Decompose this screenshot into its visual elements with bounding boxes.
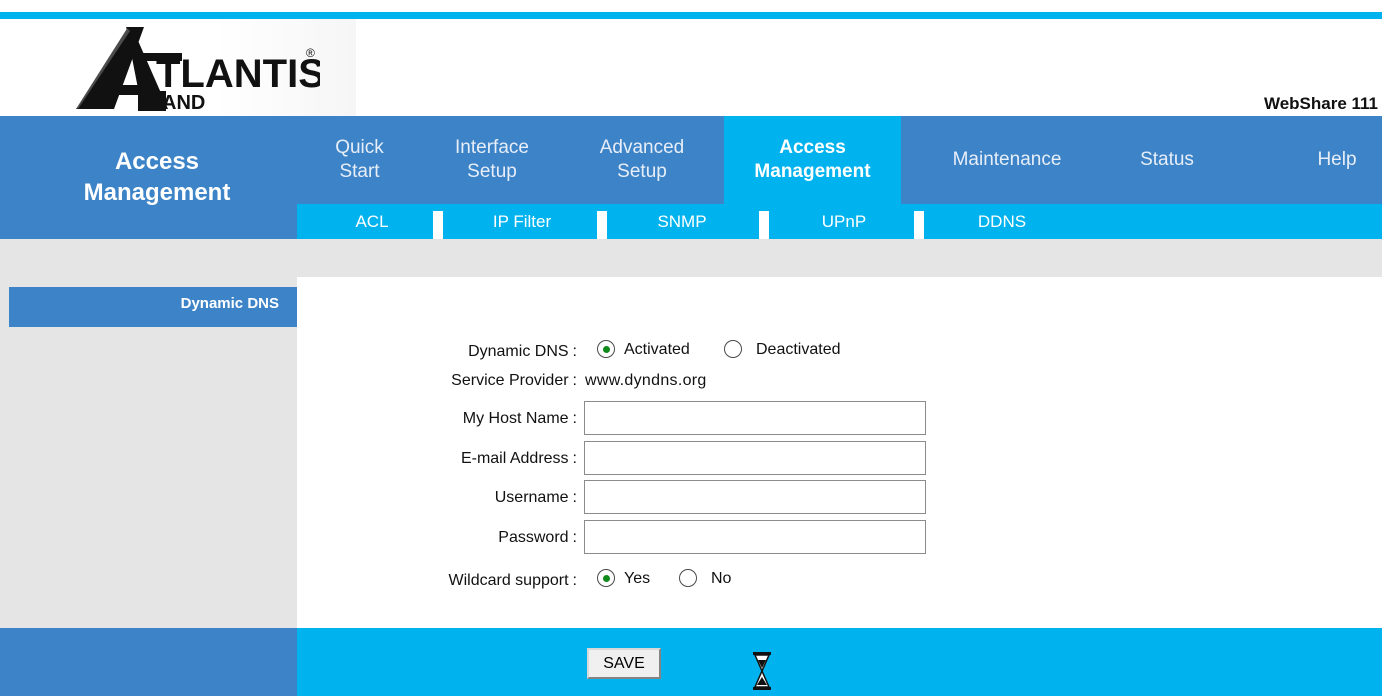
nav-item-advanced-setup[interactable]: Advanced Setup xyxy=(562,116,722,204)
svg-text:AND: AND xyxy=(162,92,205,111)
field-label: Wildcard support: xyxy=(448,572,578,589)
nav-section-cell: Access Management xyxy=(0,116,297,239)
main-nav: Quick Start Interface Setup Advanced Set… xyxy=(297,116,1382,204)
subnav-item-snmp[interactable]: SNMP xyxy=(607,204,757,239)
form-row-service-provider: Service Provider: www.dyndns.org xyxy=(297,363,1382,399)
svg-text:®: ® xyxy=(306,46,315,60)
radio-deactivated[interactable] xyxy=(724,340,742,358)
hourglass-icon xyxy=(753,652,771,690)
sidebar-item-label: Dynamic DNS xyxy=(180,295,279,312)
logo-area: TLANTIS ® AND xyxy=(0,19,356,116)
nav-section-title: Access Management xyxy=(83,148,231,206)
nav-item-label: Status xyxy=(1140,149,1194,170)
svg-text:TLANTIS: TLANTIS xyxy=(156,52,320,96)
atlantis-logo: TLANTIS ® AND xyxy=(72,27,320,111)
radio-label-activated: Activated xyxy=(624,341,690,358)
top-accent-bar xyxy=(0,12,1382,19)
header: TLANTIS ® AND WebShare 111 xyxy=(0,19,1382,116)
nav-item-maintenance[interactable]: Maintenance xyxy=(912,116,1102,204)
nav-item-label: Help xyxy=(1317,149,1357,170)
footer-bar: SAVE xyxy=(0,628,1382,696)
field-label: E-mail Address: xyxy=(460,450,577,467)
nav-item-interface-setup[interactable]: Interface Setup xyxy=(422,116,562,204)
subnav-item-ip-filter[interactable]: IP Filter xyxy=(447,204,597,239)
subnav-item-ddns[interactable]: DDNS xyxy=(937,204,1067,239)
host-name-input[interactable] xyxy=(584,401,926,435)
field-label: My Host Name: xyxy=(462,410,577,427)
service-provider-value: www.dyndns.org xyxy=(585,372,707,389)
radio-wildcard-no[interactable] xyxy=(679,569,697,587)
subnav-separator xyxy=(914,211,924,239)
email-input[interactable] xyxy=(584,441,926,475)
sidebar xyxy=(0,277,297,628)
radio-label-yes: Yes xyxy=(624,570,651,587)
password-input[interactable] xyxy=(584,520,926,554)
sub-nav: ACL IP Filter SNMP UPnP DDNS xyxy=(297,204,1382,239)
footer-left-cell xyxy=(0,628,297,696)
nav-item-label: Interface Setup xyxy=(455,137,529,182)
field-label: Dynamic DNS: xyxy=(468,343,577,360)
radio-wildcard-yes[interactable] xyxy=(597,569,615,587)
field-label: Username: xyxy=(494,489,577,506)
nav-item-access-management[interactable]: Access Management xyxy=(724,116,901,204)
form-row-host-name: My Host Name: xyxy=(297,401,1382,437)
nav-item-status[interactable]: Status xyxy=(1107,116,1227,204)
nav-item-label: Quick Start xyxy=(335,137,384,182)
form-row-email: E-mail Address: xyxy=(297,441,1382,477)
form-row-username: Username: xyxy=(297,480,1382,516)
radio-activated[interactable] xyxy=(597,340,615,358)
nav-item-label: Access Management xyxy=(754,137,871,182)
nav-item-label: Advanced Setup xyxy=(599,137,685,182)
divider-strip xyxy=(0,239,1382,277)
subnav-item-upnp[interactable]: UPnP xyxy=(769,204,919,239)
field-label: Service Provider: xyxy=(451,372,577,389)
field-label: Password: xyxy=(498,529,577,546)
nav-item-help[interactable]: Help xyxy=(1292,116,1382,204)
save-button[interactable]: SAVE xyxy=(587,648,661,679)
subnav-separator xyxy=(597,211,607,239)
nav-item-quick-start[interactable]: Quick Start xyxy=(297,116,422,204)
form-row-wildcard: Wildcard support: Yes No xyxy=(297,563,1382,599)
subnav-separator xyxy=(433,211,443,239)
subnav-item-acl[interactable]: ACL xyxy=(317,204,427,239)
sidebar-item-dynamic-dns[interactable]: Dynamic DNS xyxy=(9,287,297,327)
username-input[interactable] xyxy=(584,480,926,514)
radio-label-deactivated: Deactivated xyxy=(756,341,841,358)
nav-item-label: Maintenance xyxy=(952,149,1062,170)
ddns-form: Dynamic DNS: Activated Deactivated Servi… xyxy=(297,277,1382,628)
radio-label-no: No xyxy=(711,570,732,587)
subnav-separator xyxy=(759,211,769,239)
form-row-password: Password: xyxy=(297,520,1382,556)
product-name: WebShare 111 xyxy=(1263,94,1378,113)
